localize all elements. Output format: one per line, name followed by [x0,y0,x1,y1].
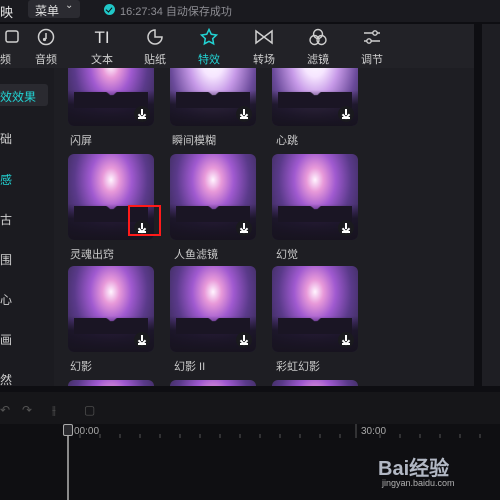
effect-name: 人鱼滤镜 [174,249,218,261]
sticker-icon [147,29,163,45]
time-label-start: 00:00 [74,426,100,437]
effect-name: 瞬间模糊 [172,135,216,147]
tab-audio[interactable]: 音频 [24,24,68,68]
filter-icon [309,28,327,46]
menu-label: 菜单 [35,4,60,18]
effect-thumbnail[interactable] [170,68,256,126]
right-panel [482,24,500,386]
adjust-icon [364,30,380,44]
download-icon[interactable] [338,106,354,122]
effect-thumbnail[interactable] [68,68,154,126]
timeline-toolbar [0,392,500,424]
undo-icon[interactable]: ↶ [0,403,10,417]
menu-button[interactable]: 菜单 ⌄ [28,0,80,18]
effect-thumbnail[interactable] [170,380,256,386]
tab-video[interactable]: 频 [0,24,22,68]
tab-bar [0,24,474,68]
tab-text[interactable]: TI 文本 [80,24,124,68]
tab-transition[interactable]: 转场 [242,24,286,68]
effect-thumbnail[interactable] [68,380,154,386]
effect-thumbnail[interactable] [170,266,256,352]
effect-thumbnail[interactable] [272,154,358,240]
tab-sticker[interactable]: 贴纸 [133,24,177,68]
download-icon[interactable] [338,332,354,348]
effects-icon [199,28,219,46]
highlight-box [128,205,161,236]
effect-thumbnail[interactable] [272,380,358,386]
delete-icon[interactable]: ▢ [84,403,95,417]
category-item[interactable]: 围 [0,251,12,268]
effect-thumbnail[interactable] [272,68,358,126]
tab-adjust[interactable]: 调节 [350,24,394,68]
text-icon: TI [94,28,109,46]
tab-label: 滤镜 [307,54,329,66]
effect-name: 彩虹幻影 [276,361,320,373]
effect-thumbnail[interactable] [272,266,358,352]
tab-label: 特效 [198,54,220,66]
split-icon[interactable]: ⫲ [52,403,56,418]
download-icon[interactable] [338,220,354,236]
redo-icon[interactable]: ↷ [22,403,32,417]
category-item[interactable]: 画 [0,331,12,348]
playhead[interactable] [67,426,69,500]
effect-name: 灵魂出窍 [70,249,114,261]
category-item[interactable]: 然 [0,371,12,388]
video-icon [5,30,19,43]
effect-thumbnail[interactable] [68,266,154,352]
tab-effects[interactable]: 特效 [187,24,231,68]
save-status: 16:27:34 自动保存成功 [120,6,232,18]
category-item[interactable]: 古 [0,211,12,228]
transition-icon [255,29,273,45]
effect-name: 幻影 II [174,361,206,373]
app-name: 映 [0,5,14,20]
tab-filter[interactable]: 滤镜 [296,24,340,68]
download-icon[interactable] [134,106,150,122]
tab-label: 文本 [91,54,113,66]
svg-text:TI: TI [94,28,109,46]
download-icon[interactable] [236,332,252,348]
category-item[interactable]: 效效果 [0,88,36,105]
download-icon[interactable] [134,332,150,348]
effect-name: 幻觉 [276,249,298,261]
effect-thumbnail[interactable] [170,154,256,240]
chevron-down-icon: ⌄ [65,0,74,11]
watermark-url: jingyan.baidu.com [382,478,455,488]
playhead-handle[interactable] [63,424,73,436]
download-icon[interactable] [236,220,252,236]
tab-label: 贴纸 [144,54,166,66]
effects-grid: 闪屏 瞬间模糊 心跳 灵魂出窍 人鱼滤镜 幻觉 幻影 幻影 II 彩虹幻影 [56,68,474,386]
category-item[interactable]: 心 [0,291,12,308]
watermark-logo: Bai经验 [378,458,450,480]
effect-name: 幻影 [70,361,92,373]
tab-label: 调节 [361,54,383,66]
tab-label: 频 [0,54,11,66]
effect-name: 心跳 [276,135,298,147]
audio-icon [37,28,55,46]
category-item[interactable]: 感 [0,171,12,188]
download-icon[interactable] [236,106,252,122]
time-label-mid: 30:00 [361,426,387,437]
tab-label: 音频 [35,54,57,66]
tab-label: 转场 [253,54,275,66]
save-check-icon [104,4,115,15]
category-item[interactable]: 础 [0,130,12,147]
effect-name: 闪屏 [70,135,92,147]
